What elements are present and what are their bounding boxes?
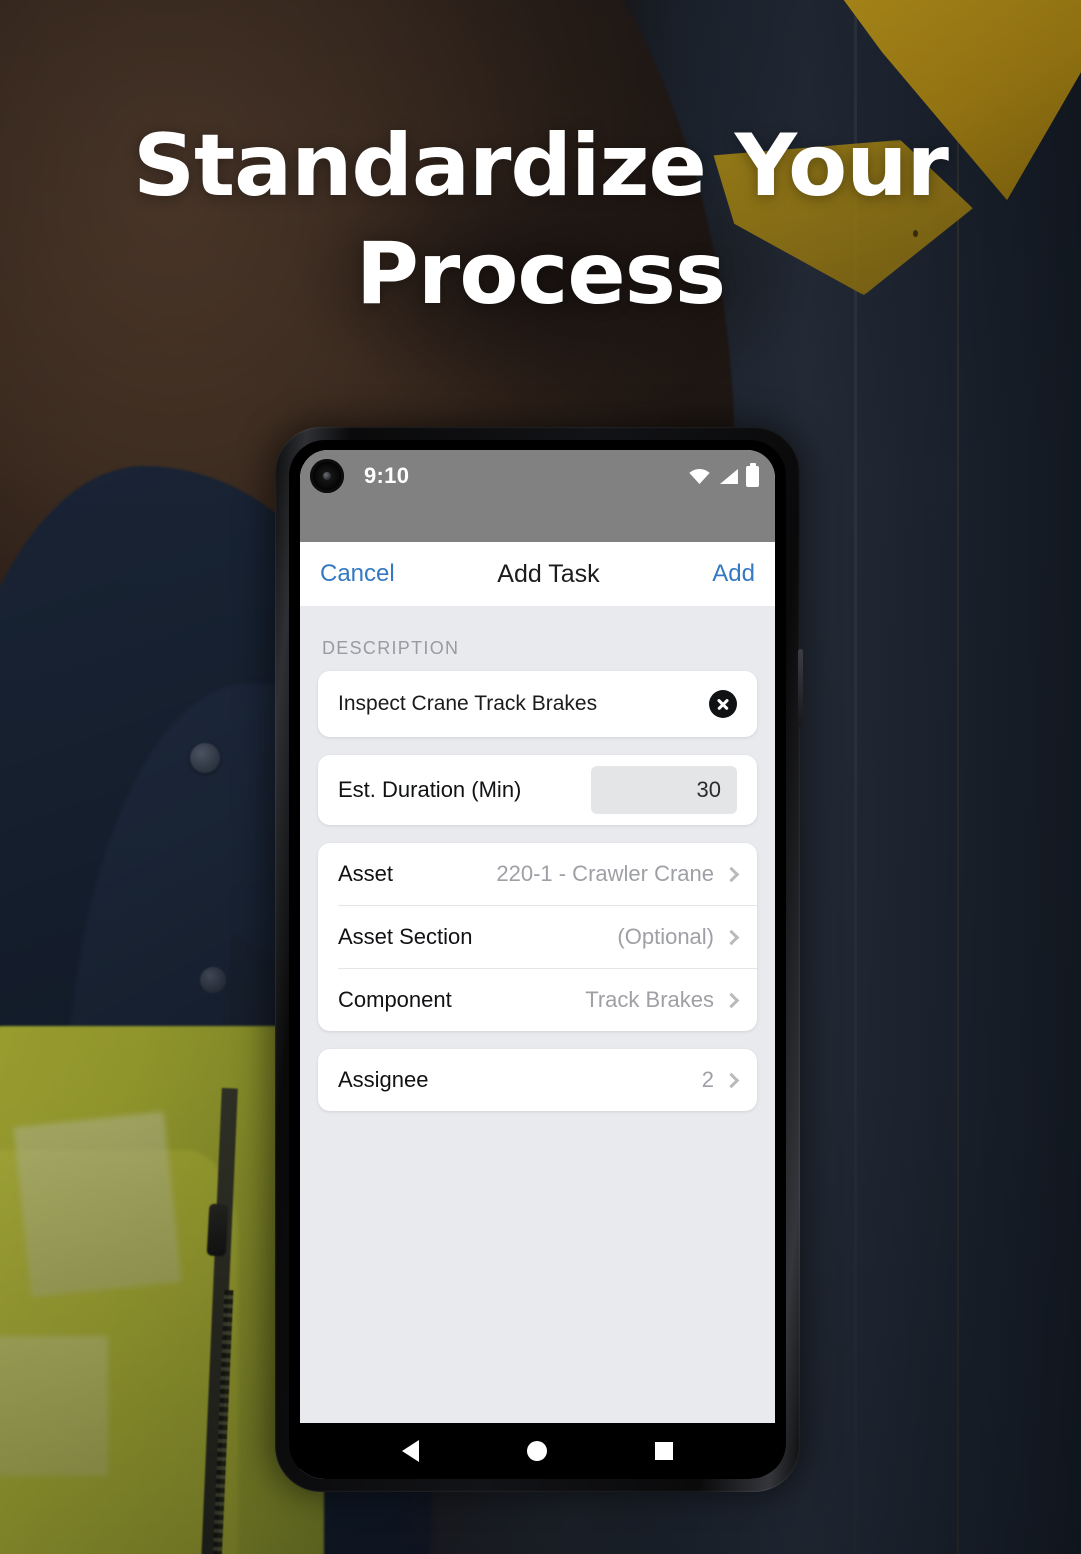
asset-section-value: (Optional) (617, 924, 714, 949)
phone-power-button[interactable] (798, 649, 803, 727)
duration-input[interactable]: 30 (591, 766, 737, 814)
description-card: Inspect Crane Track Brakes (318, 671, 757, 737)
hero-headline: Standardize Your Process (133, 116, 949, 324)
description-input[interactable]: Inspect Crane Track Brakes (338, 692, 597, 716)
asset-section-row[interactable]: Asset Section (Optional) (318, 906, 757, 968)
phone-bezel: 9:10 Cancel Add Task Add DESCRIPTION Ins… (289, 440, 786, 1479)
assignee-row[interactable]: Assignee 2 (318, 1049, 757, 1111)
description-field-row[interactable]: Inspect Crane Track Brakes (318, 671, 757, 737)
add-button[interactable]: Add (712, 560, 755, 588)
asset-label: Asset (338, 861, 394, 886)
duration-field-row: Est. Duration (Min) 30 (318, 755, 757, 825)
recents-square-icon[interactable] (655, 1442, 673, 1460)
phone-screen: 9:10 Cancel Add Task Add DESCRIPTION Ins… (300, 450, 775, 1479)
description-section-label: DESCRIPTION (322, 638, 460, 658)
component-label: Component (338, 987, 452, 1012)
clear-circle-icon[interactable] (709, 690, 737, 718)
asset-group-card: Asset 220-1 - Crawler Crane Asset Sectio… (318, 843, 757, 1031)
chevron-right-icon (723, 929, 740, 945)
wifi-icon (689, 468, 710, 484)
back-triangle-icon[interactable] (402, 1440, 419, 1462)
duration-card: Est. Duration (Min) 30 (318, 755, 757, 825)
status-bar-time: 9:10 (364, 463, 410, 488)
component-value: Track Brakes (585, 987, 714, 1012)
android-status-bar: 9:10 (300, 450, 775, 502)
cellular-signal-icon (720, 468, 738, 484)
chevron-right-icon (723, 866, 740, 882)
add-task-form: DESCRIPTION Inspect Crane Track Brakes E… (300, 606, 775, 1423)
asset-row[interactable]: Asset 220-1 - Crawler Crane (318, 843, 757, 905)
duration-label: Est. Duration (Min) (338, 777, 522, 802)
screen-nav-header: Cancel Add Task Add (300, 542, 775, 606)
chevron-right-icon (723, 992, 740, 1008)
status-bar-spacer (300, 502, 775, 542)
home-circle-icon[interactable] (527, 1441, 547, 1461)
component-row[interactable]: Component Track Brakes (318, 969, 757, 1031)
assignee-label: Assignee (338, 1067, 429, 1092)
front-camera-punch-hole (310, 459, 344, 493)
asset-value: 220-1 - Crawler Crane (496, 861, 714, 886)
assignee-card: Assignee 2 (318, 1049, 757, 1111)
status-bar-icons (688, 462, 759, 487)
battery-icon (746, 462, 759, 487)
android-navigation-bar (300, 1423, 775, 1479)
phone-mockup: 9:10 Cancel Add Task Add DESCRIPTION Ins… (267, 421, 808, 1496)
chevron-right-icon (723, 1072, 740, 1088)
cancel-button[interactable]: Cancel (320, 560, 395, 588)
asset-section-label: Asset Section (338, 924, 473, 949)
assignee-count: 2 (701, 1067, 714, 1092)
